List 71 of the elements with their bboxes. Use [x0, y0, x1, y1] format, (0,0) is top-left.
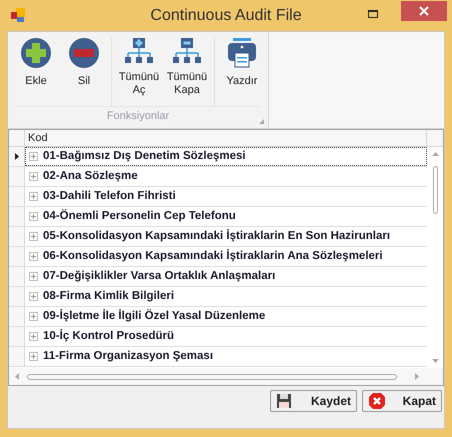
row-text: 03-Dahili Telefon Fihristi: [43, 188, 176, 204]
plus-icon: [20, 37, 52, 69]
expand-icon[interactable]: [29, 252, 38, 261]
tree-collapse-icon: [171, 37, 203, 65]
ribbon-button[interactable]: Tümünü Aç: [115, 37, 163, 106]
resize-grip-icon: [259, 119, 264, 124]
maximize-icon: [368, 10, 378, 18]
row-header-cell[interactable]: [9, 167, 25, 186]
row-text: 11-Firma Organizasyon Şeması: [43, 348, 214, 364]
row-header-cell[interactable]: [9, 247, 25, 266]
window-title: Continuous Audit File: [150, 6, 302, 26]
table-row[interactable]: 03-Dahili Telefon Fihristi: [25, 187, 427, 206]
row-header-cell[interactable]: [9, 287, 25, 306]
row-header-cell[interactable]: [9, 307, 25, 326]
table-row[interactable]: 07-Değişiklikler Varsa Ortaklık Anlaşmaları: [25, 267, 427, 286]
tree-expand-icon: [123, 37, 155, 65]
expand-icon[interactable]: [29, 172, 38, 181]
row-text: 07-Değişiklikler Varsa Ortaklık Anlaşmaları: [43, 268, 276, 284]
scroll-down-icon[interactable]: [432, 359, 438, 363]
expand-icon[interactable]: [29, 232, 38, 241]
row-text: 08-Firma Kimlik Bilgileri: [43, 288, 174, 304]
table-row[interactable]: 08-Firma Kimlik Bilgileri: [25, 287, 427, 306]
group-caption: Fonksiyonlar: [106, 109, 170, 124]
horizontal-scrollbar[interactable]: [9, 368, 443, 385]
close-icon: [368, 392, 386, 410]
expand-icon[interactable]: [29, 312, 38, 321]
ribbon-button[interactable]: Ekle: [12, 37, 60, 106]
table-row[interactable]: 10-İç Kontrol Prosedürü: [25, 327, 427, 346]
expand-icon[interactable]: [29, 152, 38, 161]
row-header-cell[interactable]: [9, 347, 25, 366]
ribbon-button[interactable]: Tümünü Kapa: [163, 37, 211, 106]
row-text: 05-Konsolidasyon Kapsamındaki İştiraklarin En Son Hazirunları: [43, 228, 390, 244]
row-header-cell[interactable]: [9, 327, 25, 346]
table-row[interactable]: 06-Konsolidasyon Kapsamındaki İştiraklarin Ana Sözleşmeleri: [25, 247, 427, 266]
minus-icon: [68, 37, 100, 69]
ribbon-button[interactable]: Sil: [60, 37, 108, 106]
table-row[interactable]: 09-İşletme İle İlgili Özel Yasal Düzenleme: [25, 307, 427, 326]
scroll-left-icon[interactable]: [15, 373, 19, 380]
expand-icon[interactable]: [29, 192, 38, 201]
row-header-cell[interactable]: [9, 187, 25, 206]
app-icon: [11, 8, 25, 22]
row-text: 10-İç Kontrol Prosedürü: [43, 328, 174, 344]
row-header-cell[interactable]: [9, 267, 25, 286]
expand-icon[interactable]: [29, 352, 38, 361]
scroll-up-icon[interactable]: [432, 152, 438, 156]
row-header-cell[interactable]: [9, 147, 25, 166]
expand-icon[interactable]: [29, 272, 38, 281]
row-text: 06-Konsolidasyon Kapsamındaki İştiraklarin Ana Sözleşmeleri: [43, 248, 383, 264]
table-row[interactable]: 05-Konsolidasyon Kapsamındaki İştiraklarin En Son Hazirunları: [25, 227, 427, 246]
close-window-button[interactable]: Kapat: [362, 390, 442, 412]
table-row[interactable]: 02-Ana Sözleşme: [25, 167, 427, 186]
save-button[interactable]: Kaydet: [270, 390, 357, 412]
row-header-cell[interactable]: [9, 227, 25, 246]
row-text: 01-Bağımsız Dış Denetim Sözleşmesi: [43, 148, 246, 164]
expand-icon[interactable]: [29, 212, 38, 221]
row-text: 09-İşletme İle İlgili Özel Yasal Düzenleme: [43, 308, 266, 324]
close-button[interactable]: [401, 1, 447, 21]
expand-icon[interactable]: [29, 292, 38, 301]
close-icon: [419, 6, 429, 16]
row-header-cell[interactable]: [9, 207, 25, 226]
scroll-right-icon[interactable]: [415, 373, 419, 380]
row-text: 04-Önemli Personelin Cep Telefonu: [43, 208, 236, 224]
scrollbar-thumb[interactable]: [432, 166, 438, 214]
ribbon-button[interactable]: Yazdır: [218, 37, 266, 106]
table-row[interactable]: 01-Bağımsız Dış Denetim Sözleşmesi: [25, 147, 427, 166]
printer-icon: [226, 37, 258, 69]
row-text: 02-Ana Sözleşme: [43, 168, 138, 184]
table-row[interactable]: 04-Önemli Personelin Cep Telefonu: [25, 207, 427, 226]
scrollbar-thumb[interactable]: [27, 374, 397, 380]
table-row[interactable]: 11-Firma Organizasyon Şeması: [25, 347, 427, 366]
expand-icon[interactable]: [29, 332, 38, 341]
